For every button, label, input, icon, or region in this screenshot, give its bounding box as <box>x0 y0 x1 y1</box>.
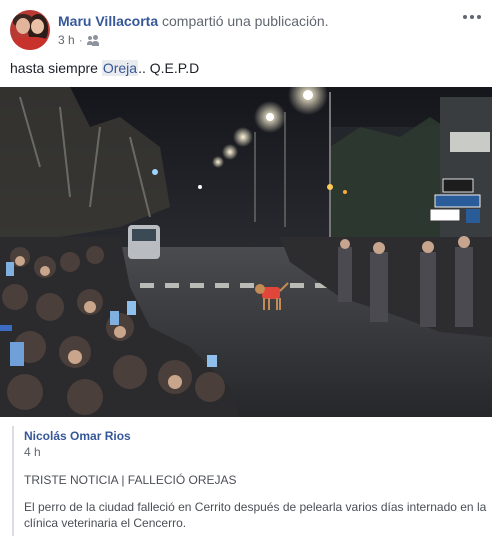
shared-action-text: compartió una publicación. <box>162 13 329 29</box>
author-name-link[interactable]: Maru Villacorta <box>58 13 158 29</box>
post-message-end: .. Q.E.P.D <box>138 60 200 76</box>
author-avatar[interactable] <box>10 10 50 50</box>
meta-separator: · <box>78 33 83 47</box>
post-message: hasta siempre Oreja.. Q.E.P.D <box>10 59 199 77</box>
shared-post-description: El perro de la ciudad falleció en Cerrit… <box>24 500 487 530</box>
post-timestamp[interactable]: 3 h <box>58 32 75 48</box>
street-crowd-dog-photo <box>0 87 492 417</box>
shared-post-title: TRISTE NOTICIA | FALLECIÓ OREJAS <box>24 473 237 487</box>
post-title-line: Maru Villacorta compartió una publicació… <box>58 12 329 30</box>
shared-timestamp[interactable]: 4 h <box>24 444 41 460</box>
more-dots-icon[interactable] <box>462 10 482 24</box>
shared-post-quote[interactable]: Nicolás Omar Rios 4 h TRISTE NOTICIA | F… <box>12 426 490 536</box>
friends-icon[interactable] <box>86 34 99 46</box>
shared-author-link[interactable]: Nicolás Omar Rios <box>24 428 131 444</box>
post-meta: 3 h · <box>58 32 99 48</box>
post-message-start: hasta siempre <box>10 60 102 76</box>
feed-post: Maru Villacorta compartió una publicació… <box>0 0 492 544</box>
post-photo[interactable] <box>0 87 492 417</box>
mention-link[interactable]: Oreja <box>101 60 139 76</box>
post-header: Maru Villacorta compartió una publicació… <box>10 8 482 52</box>
